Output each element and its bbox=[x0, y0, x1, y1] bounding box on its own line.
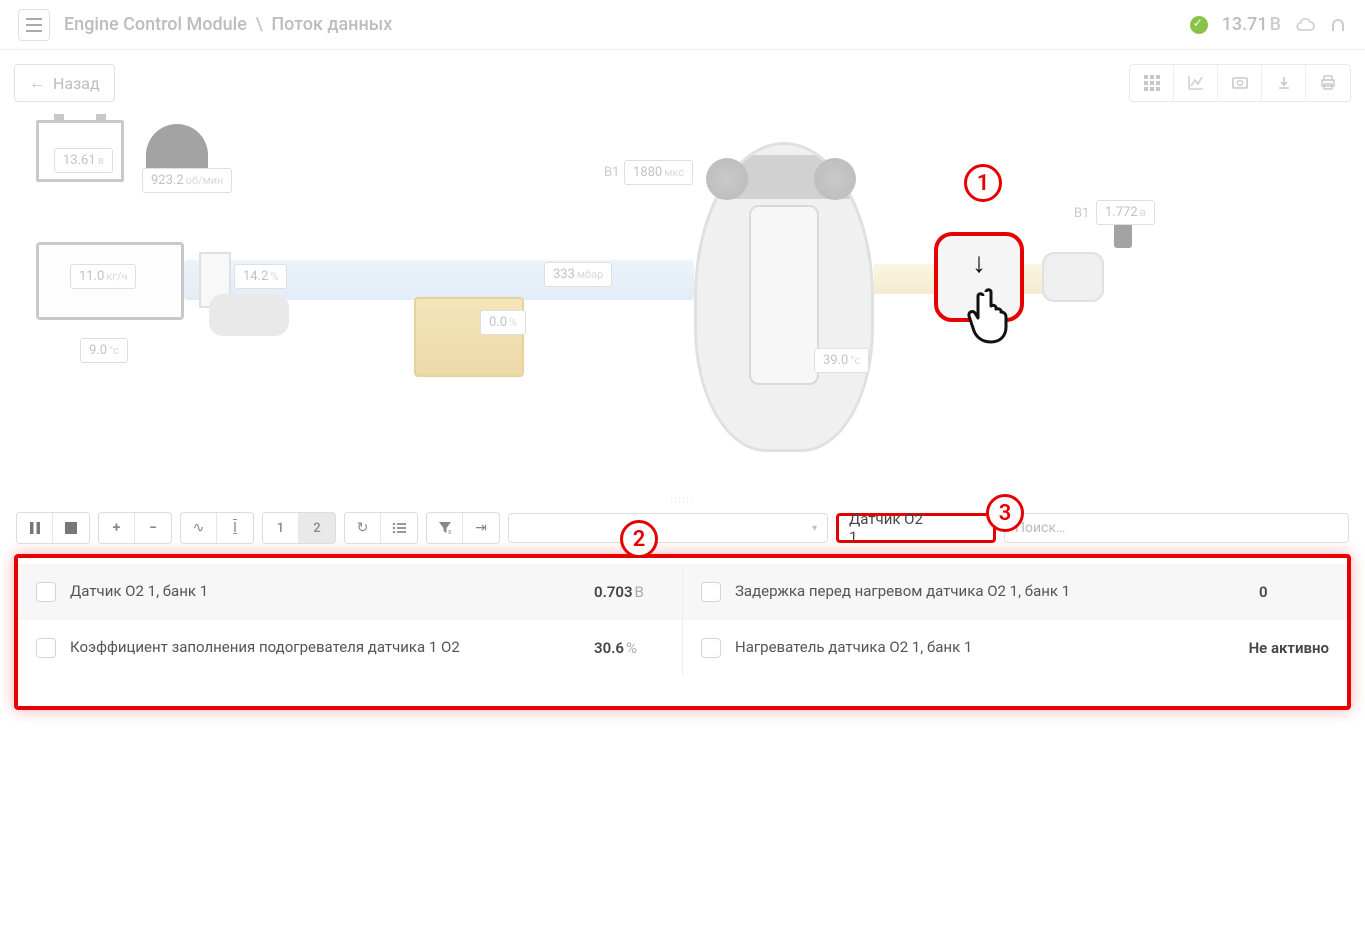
maf-reading[interactable]: 11.0кг/ч bbox=[70, 264, 136, 289]
parameter-value: Не активно bbox=[1249, 639, 1329, 657]
voltage-value: 13.71 bbox=[1222, 14, 1268, 35]
breadcrumb-module: Engine Control Module bbox=[64, 14, 247, 35]
o2b-prefix: B1 bbox=[1074, 206, 1089, 221]
row-checkbox[interactable] bbox=[701, 582, 721, 602]
table-row[interactable]: Задержка перед нагревом датчика O2 1, ба… bbox=[683, 564, 1347, 620]
engine-diagram[interactable]: ↓ 13.61в 923.2об/мин 11.0кг/ч 9.0°c 14.2… bbox=[14, 112, 1351, 492]
ect-reading[interactable]: 39.0°c bbox=[814, 348, 869, 373]
table-row[interactable]: Коэффициент заполнения подогревателя дат… bbox=[18, 620, 682, 676]
back-button[interactable]: ← Назад bbox=[14, 64, 115, 102]
row-checkbox[interactable] bbox=[36, 638, 56, 658]
voltage-unit: В bbox=[1270, 14, 1281, 35]
parameter-label: Коэффициент заполнения подогревателя дат… bbox=[70, 638, 594, 658]
parameter-label: Датчик O2 1, банк 1 bbox=[70, 582, 594, 602]
map-reading[interactable]: 333мбар bbox=[544, 262, 612, 287]
iat-reading[interactable]: 9.0°c bbox=[80, 338, 128, 363]
battery-voltage-reading[interactable]: 13.61в bbox=[54, 148, 113, 173]
stop-button[interactable] bbox=[53, 513, 89, 543]
breadcrumb: Engine Control Module \ Поток данных bbox=[64, 14, 392, 35]
parameter-group-select[interactable] bbox=[508, 513, 828, 543]
refresh-button[interactable]: ↻ bbox=[345, 513, 381, 543]
row-checkbox[interactable] bbox=[36, 582, 56, 602]
data-toolbar: + − ∿ I 1 2 ↻ x ⇥ Датчик O2 1 Поиск… 2 3 bbox=[0, 506, 1365, 550]
goto-end-button[interactable]: ⇥ bbox=[463, 513, 499, 543]
o2-bank1-sensor2-reading[interactable]: 1.772в bbox=[1096, 200, 1155, 225]
cursor-hand-icon bbox=[964, 282, 1020, 346]
parameter-label: Задержка перед нагревом датчика O2 1, ба… bbox=[735, 582, 1259, 602]
text-format-button[interactable]: I bbox=[217, 513, 253, 543]
callout-2: 2 bbox=[620, 520, 658, 558]
breadcrumb-page: Поток данных bbox=[271, 14, 392, 35]
table-row[interactable]: Датчик O2 1, банк 1 0.703В bbox=[18, 564, 682, 620]
component-filter-value: Датчик O2 1 bbox=[849, 510, 933, 546]
callout-1: 1 bbox=[964, 164, 1002, 202]
view-chart-button[interactable] bbox=[1174, 65, 1218, 101]
breadcrumb-separator: \ bbox=[255, 14, 263, 35]
list-button[interactable] bbox=[381, 513, 417, 543]
data-grid-highlight: Датчик O2 1, банк 1 0.703В Коэффициент з… bbox=[14, 554, 1351, 710]
print-button[interactable] bbox=[1306, 65, 1350, 101]
fuel-tank-shape bbox=[414, 297, 524, 377]
muffler-shape bbox=[1042, 252, 1104, 302]
view-grid-button[interactable] bbox=[1130, 65, 1174, 101]
support-icon[interactable] bbox=[1329, 16, 1347, 34]
callout-3: 3 bbox=[986, 494, 1024, 532]
injector-prefix: B1 bbox=[604, 165, 619, 180]
camshaft-gear-shape bbox=[814, 158, 856, 200]
pause-button[interactable] bbox=[17, 513, 53, 543]
back-label: Назад bbox=[53, 74, 100, 93]
wave-button[interactable]: ∿ bbox=[181, 513, 217, 543]
remove-button[interactable]: − bbox=[135, 513, 171, 543]
columns-2-button[interactable]: 2 bbox=[299, 513, 335, 543]
evap-reading[interactable]: 0.0% bbox=[480, 310, 526, 335]
table-row[interactable]: Нагреватель датчика O2 1, банк 1 Не акти… bbox=[683, 620, 1347, 676]
view-dashboard-button[interactable] bbox=[1218, 65, 1262, 101]
arrow-left-icon: ← bbox=[29, 73, 45, 93]
columns-1-button[interactable]: 1 bbox=[263, 513, 299, 543]
battery-voltage: 13.71В bbox=[1222, 14, 1281, 35]
cloud-icon[interactable] bbox=[1295, 17, 1315, 33]
row-checkbox[interactable] bbox=[701, 638, 721, 658]
throttle-reading[interactable]: 14.2% bbox=[234, 264, 287, 289]
injector-reading[interactable]: 1880мкс bbox=[624, 160, 693, 185]
component-filter-input[interactable]: Датчик O2 1 bbox=[836, 513, 996, 543]
search-input[interactable]: Поиск… bbox=[1004, 513, 1349, 543]
search-placeholder: Поиск… bbox=[1015, 520, 1065, 536]
air-filter-shape bbox=[209, 294, 289, 336]
parameter-value: 30.6% bbox=[594, 639, 664, 657]
parameter-value: 0.703В bbox=[594, 583, 664, 601]
svg-text:x: x bbox=[448, 528, 452, 535]
filter-clear-button[interactable]: x bbox=[427, 513, 463, 543]
parameter-label: Нагреватель датчика O2 1, банк 1 bbox=[735, 638, 1249, 658]
camshaft-gear-shape bbox=[706, 158, 748, 200]
parameter-value: 0 bbox=[1259, 583, 1329, 601]
menu-button[interactable] bbox=[18, 9, 50, 41]
add-button[interactable]: + bbox=[99, 513, 135, 543]
rpm-reading[interactable]: 923.2об/мин bbox=[142, 168, 232, 193]
split-handle[interactable]: :::::: bbox=[0, 492, 1365, 506]
export-button[interactable] bbox=[1262, 65, 1306, 101]
status-ok-icon bbox=[1190, 16, 1208, 34]
sensor-arrow-icon: ↓ bbox=[972, 246, 986, 279]
